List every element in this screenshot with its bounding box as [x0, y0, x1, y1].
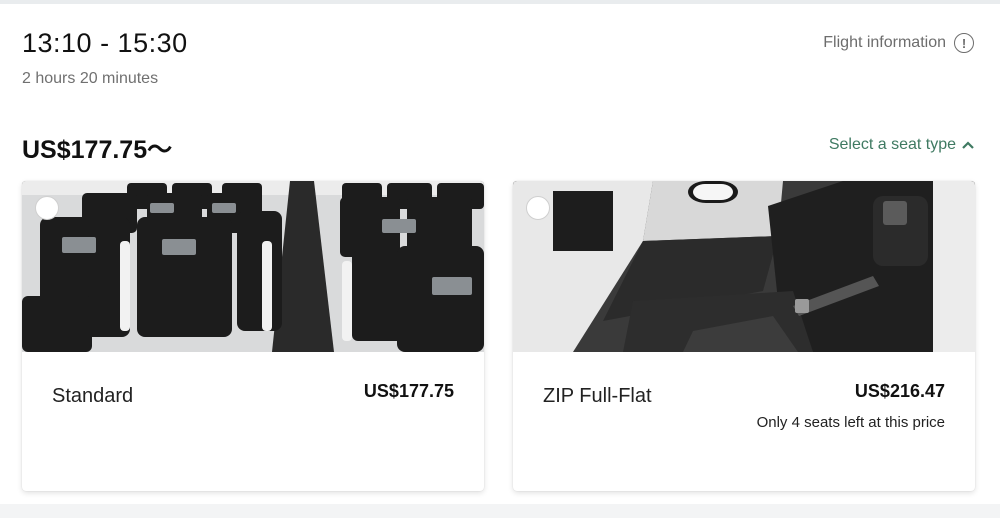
lowest-price: US$177.75〜 [22, 136, 173, 164]
full-flat-cabin-photo [513, 181, 975, 352]
flight-time-range: 13:10 - 15:30 [22, 28, 188, 58]
info-circle-icon: ! [954, 33, 974, 53]
top-divider [0, 0, 1000, 4]
standard-radio-button[interactable] [35, 196, 59, 220]
bottom-divider [0, 504, 1000, 518]
standard-cabin-photo [22, 181, 484, 352]
flight-information-link[interactable]: Flight information ! [823, 33, 974, 53]
select-seat-type-label: Select a seat type [828, 136, 956, 153]
seat-option-zip-full-flat[interactable]: ZIP Full-Flat US$216.47 Only 4 seats lef… [513, 181, 975, 491]
seats-left-notice: Only 4 seats left at this price [756, 414, 945, 431]
seat-option-standard[interactable]: Standard US$177.75 [22, 181, 484, 491]
zip-full-flat-radio-button[interactable] [526, 196, 550, 220]
seat-type-name: Standard [52, 385, 134, 407]
select-seat-type-toggle[interactable]: Select a seat type [829, 136, 974, 154]
flight-duration: 2 hours 20 minutes [22, 70, 159, 87]
flight-information-label: Flight information [823, 34, 946, 51]
seat-type-price: US$177.75 [363, 381, 454, 401]
seat-type-name: ZIP Full-Flat [543, 385, 652, 407]
chevron-up-icon [962, 141, 974, 149]
seat-type-price: US$216.47 [854, 381, 945, 401]
